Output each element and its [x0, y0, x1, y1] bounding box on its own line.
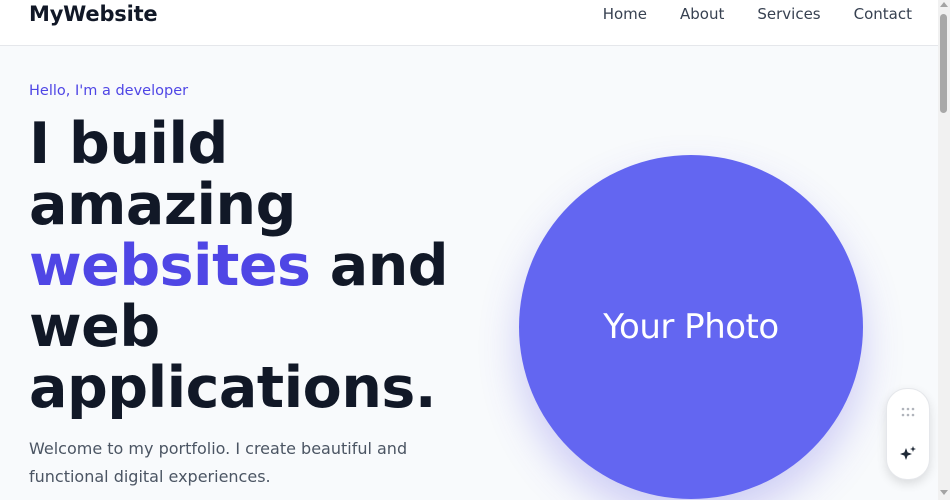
- vertical-scrollbar[interactable]: [938, 0, 950, 500]
- site-header: MyWebsite Home About Services Contact: [0, 0, 938, 46]
- sparkle-button[interactable]: [887, 440, 929, 472]
- nav-home[interactable]: Home: [603, 5, 647, 23]
- hero-headline: I build amazing websites and web applica…: [29, 114, 499, 419]
- nav-about[interactable]: About: [680, 5, 724, 23]
- headline-part-1: I build amazing: [29, 111, 296, 238]
- nav-contact[interactable]: Contact: [854, 5, 912, 23]
- hero-intro: Welcome to my portfolio. I create beauti…: [29, 439, 408, 486]
- main-nav: Home About Services Contact: [570, 5, 912, 23]
- headline-accent: websites: [29, 233, 311, 299]
- scroll-up-arrow-icon[interactable]: [940, 2, 948, 7]
- scroll-down-arrow-icon[interactable]: [940, 490, 948, 495]
- brand-logo[interactable]: MyWebsite: [29, 2, 158, 26]
- photo-label: Your Photo: [603, 307, 779, 347]
- nav-services[interactable]: Services: [757, 5, 820, 23]
- floating-toolbar: [886, 388, 930, 480]
- sparkle-icon: [899, 445, 917, 468]
- grid-dots-button[interactable]: [887, 397, 929, 429]
- scroll-thumb[interactable]: [940, 14, 947, 113]
- page: MyWebsite Home About Services Contact He…: [0, 0, 950, 500]
- hero-eyebrow: Hello, I'm a developer: [29, 83, 189, 99]
- photo-placeholder: Your Photo: [519, 155, 863, 499]
- grid-dots-icon: [901, 404, 915, 422]
